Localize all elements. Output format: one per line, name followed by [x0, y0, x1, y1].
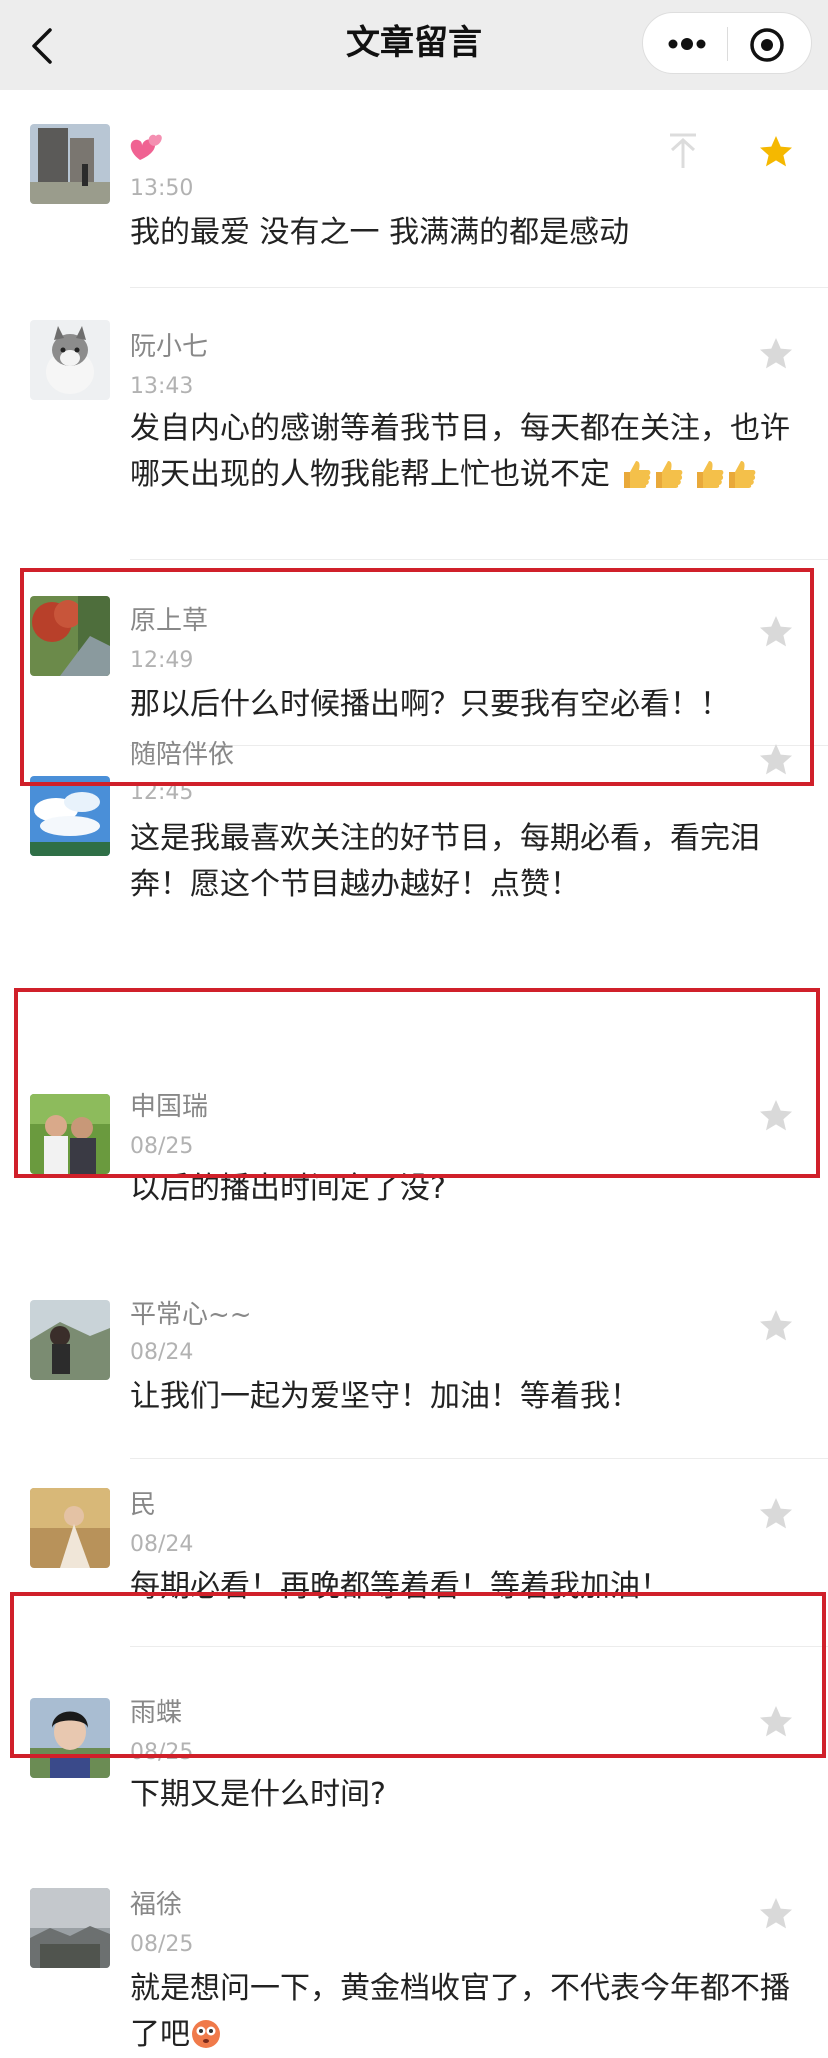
avatar[interactable]: [30, 596, 110, 676]
comment-time: 08/24: [130, 1340, 194, 1365]
target-circle-icon[interactable]: [747, 25, 787, 65]
commenter-name: 阮小七: [130, 332, 209, 362]
thumbs-up-emoji: [623, 461, 650, 488]
comment-time: 08/24: [130, 1532, 194, 1557]
comment-item: 福徐 08/25 就是想问一下，黄金档收官了，不代表今年都不播了吧: [0, 1852, 828, 2052]
avatar[interactable]: [30, 1698, 110, 1778]
comment-time: 08/25: [130, 1932, 194, 1957]
commenter-name: 民: [130, 1490, 157, 1520]
commenter-name: 雨蝶: [130, 1698, 183, 1728]
comment-text: 那以后什么时候播出啊？只要我有空必看！！: [130, 687, 730, 722]
commenter-name: 申国瑞: [130, 1092, 209, 1122]
comment-item: 阮小七 13:43 发自内心的感谢等着我节目，每天都在关注，也许哪天出现的人物我…: [0, 288, 828, 560]
comment-text: 让我们一起为爱坚守！加油！等着我！: [130, 1379, 640, 1414]
avatar[interactable]: [30, 1094, 110, 1174]
comment-text: 下期又是什么时间?: [130, 1777, 386, 1812]
star-icon[interactable]: [758, 1896, 794, 1932]
thumbs-up-emoji: [697, 461, 724, 488]
commenter-name: 随陪伴依: [130, 740, 235, 770]
star-icon[interactable]: [758, 742, 794, 778]
comment-time: 12:49: [130, 648, 194, 673]
thumbs-up-emoji: [729, 461, 756, 488]
nav-bar: 文章留言: [0, 0, 828, 90]
comment-time: 08/25: [130, 1134, 194, 1159]
comment-item: 民 08/24 每期必看！再晚都等着看！等着我加油！: [0, 1458, 828, 1648]
comment-item: 平常心~~ 08/24 让我们一起为爱坚守！加油！等着我！: [0, 1202, 828, 1459]
comment-time: 13:50: [130, 176, 194, 201]
pink-hearts-emoji: [130, 134, 162, 160]
star-icon[interactable]: [758, 134, 794, 170]
divider: [130, 1646, 828, 1647]
avatar[interactable]: [30, 776, 110, 856]
comment-text: 就是想问一下，黄金档收官了，不代表今年都不播了吧: [130, 1971, 790, 2052]
avatar[interactable]: [30, 1300, 110, 1380]
thumbs-up-emoji: [655, 461, 682, 488]
comment-text: 这是我最喜欢关注的好节目，每期必看，看完泪奔！愿这个节目越办越好！点赞！: [130, 821, 760, 902]
comment-time: 08/25: [130, 1740, 194, 1765]
mini-program-capsule: [642, 12, 812, 74]
comment-time: 13:43: [130, 374, 194, 399]
commenter-name: 平常心~~: [130, 1300, 252, 1330]
comment-text: 每期必看！再晚都等着看！等着我加油！: [130, 1569, 670, 1604]
comment-item: 随陪伴依 12:45 这是我最喜欢关注的好节目，每期必看，看完泪奔！愿这个节目越…: [0, 740, 828, 980]
flushed-face-emoji: [192, 2020, 220, 2048]
commenter-name: 原上草: [130, 606, 209, 636]
star-icon[interactable]: [758, 1704, 794, 1740]
avatar[interactable]: [30, 124, 110, 204]
commenter-name: 福徐: [130, 1890, 183, 1920]
star-icon[interactable]: [758, 336, 794, 372]
pin-top-icon[interactable]: [666, 132, 700, 170]
comment-text: 发自内心的感谢等着我节目，每天都在关注，也许哪天出现的人物我能帮上忙也说不定: [130, 411, 790, 492]
star-icon[interactable]: [758, 1496, 794, 1532]
star-icon[interactable]: [758, 1098, 794, 1134]
avatar[interactable]: [30, 1488, 110, 1568]
comment-item: 原上草 12:49 那以后什么时候播出啊？只要我有空必看！！: [0, 560, 828, 746]
more-dots-icon[interactable]: [665, 29, 709, 59]
comment-item: 雨蝶 08/25 下期又是什么时间?: [0, 1674, 828, 1854]
avatar[interactable]: [30, 320, 110, 400]
star-icon[interactable]: [758, 614, 794, 650]
comment-time: 12:45: [130, 780, 194, 805]
avatar[interactable]: [30, 1888, 110, 1968]
capsule-divider: [727, 27, 728, 61]
star-icon[interactable]: [758, 1308, 794, 1344]
comment-item: 13:50 我的最爱 没有之一 我满满的都是感动: [0, 90, 828, 288]
comment-text: 我的最爱 没有之一 我满满的都是感动: [130, 215, 630, 250]
